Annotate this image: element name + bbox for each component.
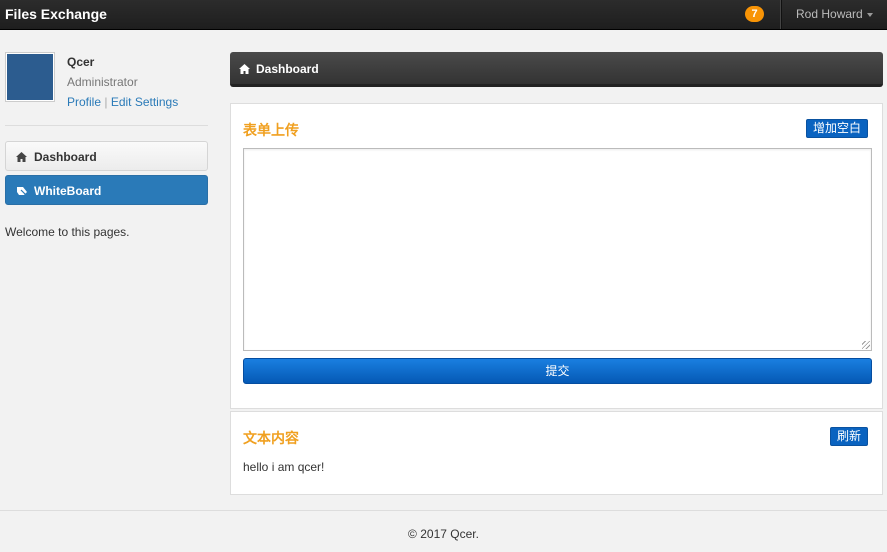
- text-content: hello i am qcer!: [243, 460, 325, 474]
- top-navbar: Files Exchange 7 Rod Howard: [0, 0, 887, 30]
- welcome-text: Welcome to this pages.: [5, 225, 130, 239]
- profile-role: Administrator: [67, 75, 138, 89]
- user-name: Rod Howard: [796, 7, 863, 21]
- page-title: Dashboard: [256, 62, 319, 76]
- upload-panel: 表单上传 增加空白 提交: [230, 103, 883, 409]
- profile-link[interactable]: Profile: [67, 95, 101, 109]
- sidebar-item-label: Dashboard: [34, 150, 97, 164]
- footer-divider: [0, 510, 887, 511]
- upload-panel-title: 表单上传: [243, 122, 299, 138]
- sidebar-item-label: WhiteBoard: [34, 184, 102, 198]
- sidebar-divider: [5, 125, 208, 126]
- sidebar-item-whiteboard[interactable]: WhiteBoard: [5, 175, 208, 205]
- navbar-divider: [780, 0, 781, 29]
- submit-button[interactable]: 提交: [243, 358, 872, 384]
- text-panel-title: 文本内容: [243, 430, 299, 446]
- home-icon: [16, 151, 27, 165]
- avatar: [5, 52, 55, 102]
- user-menu-dropdown[interactable]: Rod Howard: [796, 7, 873, 21]
- sidebar-item-dashboard[interactable]: Dashboard: [5, 141, 208, 171]
- edit-settings-link[interactable]: Edit Settings: [111, 95, 178, 109]
- resize-grip-icon[interactable]: [862, 341, 870, 349]
- notification-badge[interactable]: 7: [745, 6, 764, 22]
- footer-copyright: © 2017 Qcer.: [408, 527, 479, 541]
- upload-textarea[interactable]: [243, 148, 872, 351]
- refresh-button[interactable]: 刷新: [830, 427, 869, 446]
- avatar-image: [7, 54, 53, 100]
- page-header: Dashboard: [230, 52, 883, 87]
- whiteboard-icon: [16, 185, 28, 199]
- brand-title[interactable]: Files Exchange: [5, 6, 107, 22]
- link-separator: |: [104, 95, 108, 109]
- home-icon: [239, 63, 250, 77]
- caret-down-icon: [866, 12, 873, 17]
- text-content-panel: 文本内容 刷新 hello i am qcer!: [230, 411, 883, 495]
- profile-links: Profile | Edit Settings: [67, 95, 178, 109]
- add-blank-button[interactable]: 增加空白: [806, 119, 869, 138]
- profile-name: Qcer: [67, 55, 95, 69]
